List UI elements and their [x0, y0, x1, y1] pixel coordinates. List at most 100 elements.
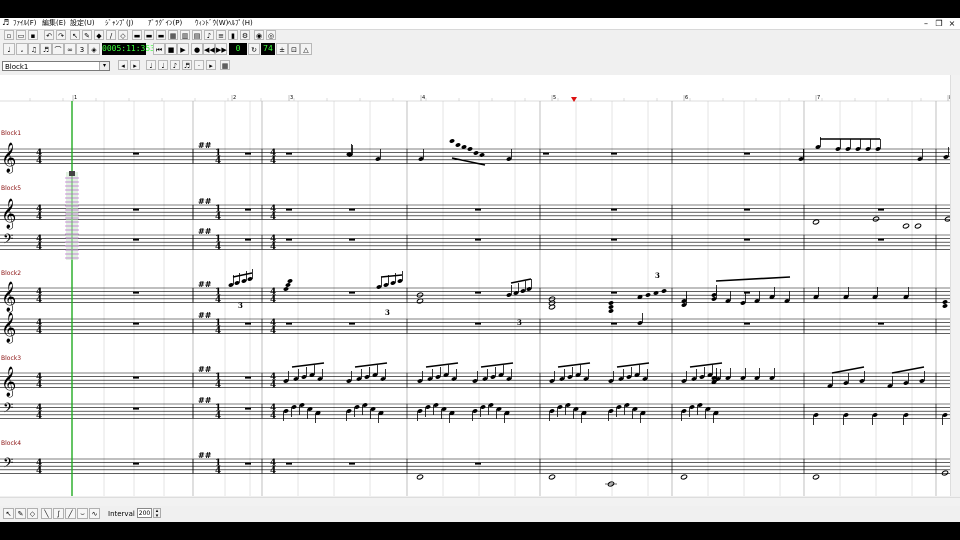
interval-spinner[interactable]: ▴ ▾: [153, 508, 161, 519]
half-note-head[interactable]: [548, 474, 556, 480]
half-note-head[interactable]: [914, 223, 922, 229]
note-head[interactable]: [285, 282, 291, 287]
copy-icon[interactable]: ▬: [144, 30, 154, 40]
vertical-scrollbar[interactable]: [950, 75, 960, 496]
menu-help[interactable]: ﾍﾙﾌﾟ(H): [228, 18, 253, 29]
tempo-adjust-icon[interactable]: ±: [276, 43, 288, 55]
grid-icon[interactable]: ▥: [180, 30, 190, 40]
half-note-head[interactable]: [680, 474, 688, 480]
open-icon[interactable]: ▭: [16, 30, 26, 40]
redo-icon[interactable]: ↷: [56, 30, 66, 40]
free-note-icon[interactable]: ♩: [146, 60, 156, 70]
metronome-icon[interactable]: △: [300, 43, 312, 55]
note-head[interactable]: [645, 292, 651, 297]
audio-icon[interactable]: ◎: [266, 30, 276, 40]
note-head[interactable]: [467, 146, 473, 151]
pencil-icon[interactable]: ✎: [15, 508, 26, 519]
note-value-icon[interactable]: ♩: [3, 43, 15, 55]
settings-icon[interactable]: ⚙: [240, 30, 250, 40]
note-head[interactable]: [479, 152, 485, 157]
ruler[interactable]: [0, 75, 950, 101]
note-head[interactable]: [473, 150, 479, 155]
note-head[interactable]: [653, 290, 659, 295]
new-icon[interactable]: ▫: [4, 30, 14, 40]
grid-view-icon[interactable]: ▦: [220, 60, 230, 70]
interval-input[interactable]: 200: [137, 508, 152, 518]
tie-icon[interactable]: ∞: [64, 43, 76, 55]
quarter-note-icon[interactable]: ♩: [158, 60, 168, 70]
paste-icon[interactable]: ▬: [156, 30, 166, 40]
note-group2-icon[interactable]: ♬: [40, 43, 52, 55]
sixteenth-note-icon[interactable]: ♬: [182, 60, 192, 70]
score-canvas[interactable]: 12345678Block1Block5Block2Block3Block4𝄞4…: [0, 75, 950, 496]
menu-settings[interactable]: 設定(U): [70, 18, 95, 29]
note-head[interactable]: [287, 278, 293, 283]
line-tool-icon[interactable]: ╲: [41, 508, 52, 519]
eighth-note-icon[interactable]: ♪: [170, 60, 180, 70]
note-group-icon[interactable]: ♫: [28, 43, 40, 55]
close-icon[interactable]: ×: [946, 18, 958, 29]
triplet-icon[interactable]: 3: [76, 43, 88, 55]
move-left-icon[interactable]: ◂: [118, 60, 128, 70]
wave-tool-icon[interactable]: ∿: [89, 508, 100, 519]
chevron-down-icon[interactable]: ▾: [99, 62, 109, 70]
undo-icon[interactable]: ↶: [44, 30, 54, 40]
save-icon[interactable]: ▪: [28, 30, 38, 40]
note-head[interactable]: [283, 286, 289, 291]
half-note-head[interactable]: [812, 219, 820, 225]
score-view[interactable]: 12345678Block1Block5Block2Block3Block4𝄞4…: [0, 75, 950, 496]
cut-icon[interactable]: ▬: [132, 30, 142, 40]
eraser-icon[interactable]: ◇: [118, 30, 128, 40]
brush-icon[interactable]: ◆: [94, 30, 104, 40]
line-up-icon[interactable]: ╱: [65, 508, 76, 519]
pointer-icon[interactable]: ↖: [70, 30, 80, 40]
record-icon[interactable]: ●: [191, 43, 203, 55]
note-whole-icon[interactable]: 𝅗: [16, 43, 28, 55]
note-head[interactable]: [661, 288, 667, 293]
curve-tool-icon[interactable]: ∫: [53, 508, 64, 519]
menu-window[interactable]: ｳｨﾝﾄﾞｳ(W): [195, 18, 228, 29]
note-head[interactable]: [942, 299, 948, 304]
mixer-icon[interactable]: ▮: [228, 30, 238, 40]
menu-file[interactable]: ﾌｧｲﾙ(F): [13, 18, 37, 29]
note-head[interactable]: [608, 308, 614, 313]
pointer-icon[interactable]: ↖: [3, 508, 14, 519]
slur-icon[interactable]: ⌒: [52, 43, 64, 55]
pencil-icon[interactable]: ✎: [82, 30, 92, 40]
accent-icon[interactable]: ◈: [88, 43, 100, 55]
score-icon[interactable]: ♪: [204, 30, 214, 40]
note-head[interactable]: [608, 304, 614, 309]
fast-forward-icon[interactable]: ▶▶: [215, 43, 227, 55]
note-head[interactable]: [449, 138, 455, 143]
select-all-icon[interactable]: ▦: [168, 30, 178, 40]
block-select[interactable]: Block1 ▾: [2, 61, 110, 71]
play-icon[interactable]: ▶: [177, 43, 189, 55]
piano-roll-icon[interactable]: ▤: [192, 30, 202, 40]
note-head[interactable]: [455, 142, 461, 147]
list-icon[interactable]: ≡: [216, 30, 226, 40]
midi-icon[interactable]: ◉: [254, 30, 264, 40]
sync-icon[interactable]: ⊡: [288, 43, 300, 55]
half-note-head[interactable]: [902, 223, 910, 229]
rewind-start-icon[interactable]: ⏮: [153, 43, 165, 55]
rest-icon[interactable]: ▸: [206, 60, 216, 70]
menu-jump[interactable]: ｼﾞｬﾝﾌﾟ(J): [105, 18, 134, 29]
half-note-head[interactable]: [941, 470, 949, 476]
half-note-head[interactable]: [416, 474, 424, 480]
curve-up-icon[interactable]: ⌣: [77, 508, 88, 519]
dot-icon[interactable]: ·: [194, 60, 204, 70]
menu-edit[interactable]: 編集(E): [42, 18, 66, 29]
minimize-icon[interactable]: –: [920, 18, 932, 29]
menu-plugin[interactable]: ｱﾞﾗｸﾞｲﾝ(P): [148, 18, 182, 29]
rewind-icon[interactable]: ◀◀: [203, 43, 215, 55]
loop-icon[interactable]: ↻: [248, 43, 260, 55]
move-right-icon[interactable]: ▸: [130, 60, 140, 70]
stop-icon[interactable]: ■: [165, 43, 177, 55]
note-head[interactable]: [608, 300, 614, 305]
note-head[interactable]: [942, 303, 948, 308]
selection-handle[interactable]: [69, 171, 75, 176]
eraser-icon[interactable]: ◇: [27, 508, 38, 519]
marker-icon[interactable]: /: [106, 30, 116, 40]
restore-icon[interactable]: ❐: [933, 18, 945, 29]
half-note-head[interactable]: [812, 474, 820, 480]
